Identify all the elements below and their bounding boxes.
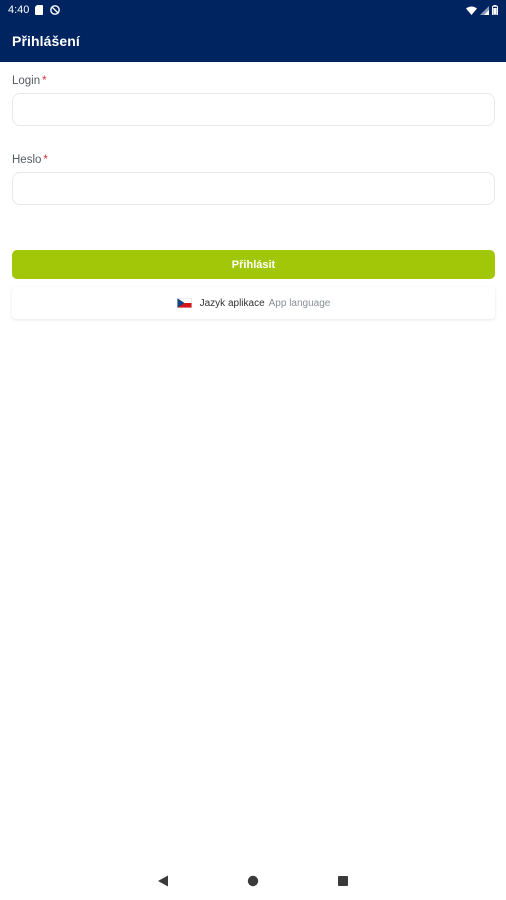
login-label-text: Login — [12, 75, 41, 87]
password-label: Heslo * — [12, 153, 495, 167]
password-input[interactable] — [12, 172, 495, 205]
login-field-group: Login * — [12, 74, 495, 126]
required-mark: * — [42, 75, 47, 87]
battery-icon — [492, 5, 498, 16]
language-label: Jazyk aplikace — [199, 297, 265, 309]
page-title: Přihlášení — [12, 33, 80, 49]
home-icon[interactable] — [247, 875, 259, 887]
password-label-text: Heslo — [12, 154, 42, 166]
required-mark: * — [43, 154, 48, 166]
language-label-english: App language — [268, 297, 331, 309]
status-bar: 4:40 — [0, 0, 506, 20]
password-field-group: Heslo * — [12, 153, 495, 205]
status-right — [466, 5, 498, 16]
recents-icon[interactable] — [338, 876, 348, 886]
signal-icon — [480, 5, 489, 15]
app-bar: Přihlášení — [0, 20, 506, 62]
login-input[interactable] — [12, 93, 495, 126]
login-button[interactable]: Přihlásit — [12, 250, 495, 279]
czech-flag-icon — [176, 298, 192, 308]
system-nav-bar — [0, 862, 506, 900]
status-time: 4:40 — [8, 4, 30, 16]
back-icon[interactable] — [158, 875, 168, 887]
blocked-notification-icon — [50, 5, 61, 15]
sim-card-icon — [35, 5, 44, 15]
language-selector[interactable]: Jazyk aplikace App language — [12, 287, 495, 319]
wifi-icon — [466, 6, 477, 15]
status-left: 4:40 — [8, 4, 61, 16]
login-label: Login * — [12, 74, 495, 88]
